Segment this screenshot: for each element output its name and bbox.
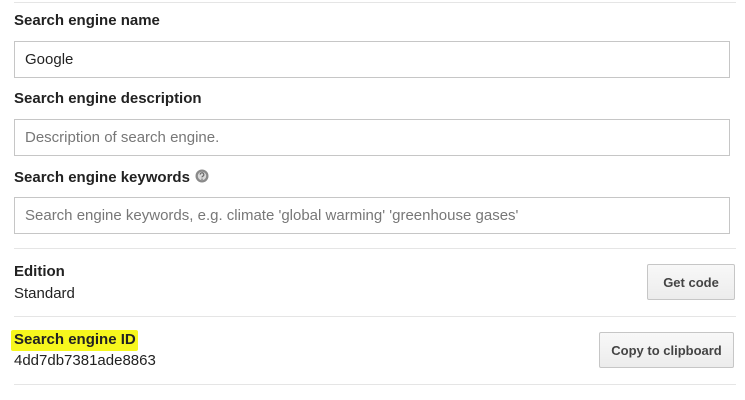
engine-id-label: Search engine ID (11, 330, 138, 351)
get-code-button[interactable]: Get code (647, 264, 735, 300)
help-icon[interactable] (195, 169, 209, 183)
search-engine-settings: Search engine name Search engine descrip… (0, 0, 745, 400)
keywords-label-row: Search engine keywords (14, 169, 209, 186)
divider (14, 316, 736, 317)
engine-id-value: 4dd7db7381ade8863 (14, 352, 156, 369)
search-engine-name-input[interactable] (14, 41, 730, 78)
search-engine-description-input[interactable] (14, 119, 730, 156)
search-engine-keywords-input[interactable] (14, 197, 730, 234)
copy-to-clipboard-button[interactable]: Copy to clipboard (599, 332, 734, 368)
divider (14, 384, 736, 385)
divider (14, 248, 736, 249)
engine-id-label-row: Search engine ID (11, 330, 138, 351)
description-label: Search engine description (14, 90, 202, 107)
name-label: Search engine name (14, 12, 160, 29)
divider (14, 2, 736, 3)
edition-label: Edition (14, 263, 65, 280)
keywords-label: Search engine keywords (14, 169, 190, 186)
edition-value: Standard (14, 285, 75, 302)
